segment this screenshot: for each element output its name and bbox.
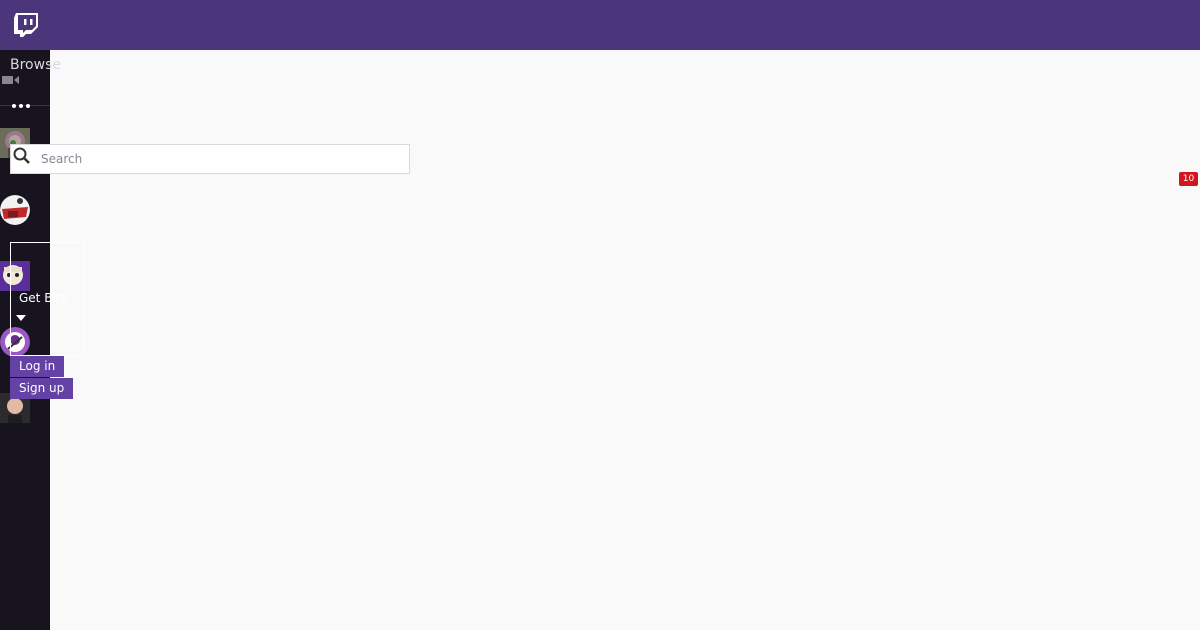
browse-link[interactable]: Browse — [10, 57, 61, 73]
login-button[interactable]: Log in — [10, 356, 65, 377]
caret-down-icon[interactable] — [16, 315, 26, 321]
search-input[interactable] — [41, 145, 401, 173]
more-dots-icon[interactable] — [11, 102, 31, 110]
top-nav-bar — [0, 0, 1200, 50]
notification-badge[interactable]: 10 — [1179, 172, 1198, 186]
search-icon[interactable] — [12, 146, 32, 166]
get-bits-label[interactable]: Get Bits — [19, 291, 67, 305]
avatar-image — [0, 195, 30, 225]
twitch-logo-icon[interactable] — [13, 12, 39, 38]
channel-avatar[interactable] — [0, 195, 30, 225]
video-camera-icon[interactable] — [2, 75, 20, 85]
search-box — [10, 144, 410, 174]
signup-button[interactable]: Sign up — [10, 378, 74, 399]
